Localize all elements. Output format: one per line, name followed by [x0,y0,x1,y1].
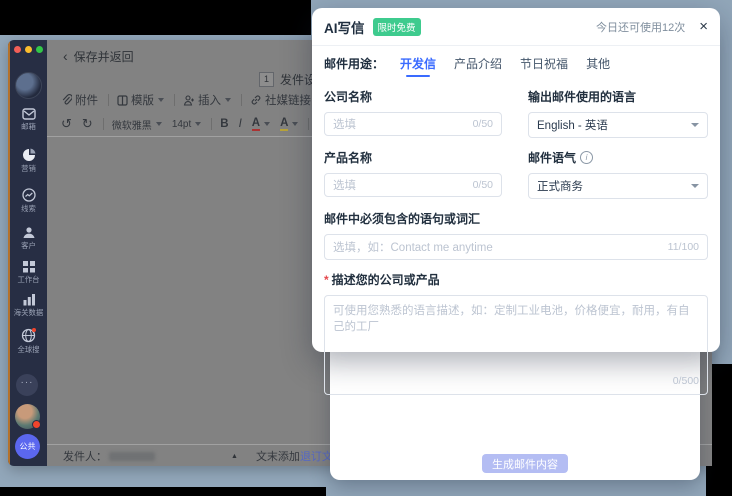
description-placeholder: 可使用您熟悉的语言描述，如：定制工业电池，价格便宜，耐用，有自己的工厂 [333,303,699,335]
chevron-down-icon [195,122,201,126]
chevron-down-icon [691,123,699,127]
sidebar-item-global-search[interactable]: 全球搜 [10,328,47,354]
product-name-counter: 0/50 [467,179,493,191]
ai-write-form: 公司名称 选填 0/50 输出邮件使用的语言 English - 英语 [312,77,720,395]
chevron-down-icon [292,122,298,126]
close-icon[interactable]: × [699,19,708,34]
must-include-counter: 11/100 [662,241,699,253]
company-name-input[interactable]: 选填 0/50 [324,112,502,136]
email-tone-value: 正式商务 [537,178,583,194]
font-color-button[interactable]: A [252,117,270,131]
email-tone-label: 邮件语气 i [528,149,708,166]
description-textarea[interactable]: 可使用您熟悉的语言描述，如：定制工业电池，价格便宜，耐用，有自己的工厂 0/50… [324,295,708,395]
output-language-label: 输出邮件使用的语言 [528,88,708,105]
workbench-icon [22,260,36,273]
ai-write-modal: AI写信 限时免费 今日还可使用12次 × 邮件用途： 开发信 产品介绍 节日祝… [312,8,720,352]
modal-title: AI写信 [324,17,365,37]
must-include-label: 邮件中必须包含的语句或词汇 [324,210,708,227]
template-icon [117,95,128,106]
customs-data-icon [22,293,36,306]
leads-icon [22,188,36,202]
email-tone-select[interactable]: 正式商务 [528,173,708,199]
tab-product-intro[interactable]: 产品介绍 [454,55,502,77]
screen: 邮箱 营销 线索 客户 [0,0,732,496]
highlight-color-button[interactable]: A [280,117,298,131]
sender-label: 发件人： [63,448,107,464]
required-asterisk: * [324,273,329,287]
tab-holiday-greeting[interactable]: 节日祝福 [520,55,568,77]
mail-icon [22,108,36,120]
undo-button[interactable]: ↺ [61,116,72,132]
workspace-avatar[interactable] [15,72,42,99]
sidebar-item-mail[interactable]: 邮箱 [10,108,47,131]
user-avatar[interactable] [15,404,40,429]
output-language-value: English - 英语 [537,117,608,133]
tab-development-letter[interactable]: 开发信 [400,55,436,77]
sidebar-item-customers[interactable]: 客户 [10,226,47,250]
sidebar-item-customs-data[interactable]: 海关数据 [10,293,47,317]
sidebar-item-leads[interactable]: 线索 [10,188,47,213]
output-language-select[interactable]: English - 英语 [528,112,708,138]
sidebar: 邮箱 营销 线索 客户 [8,40,47,466]
company-name-placeholder: 选填 [333,116,356,132]
insert-person-icon [183,95,195,106]
product-name-label: 产品名称 [324,149,502,166]
insert-button[interactable]: 插入 [183,92,231,108]
sender-address-redacted [109,452,155,461]
customers-icon [22,226,36,239]
global-search-icon [21,328,36,343]
template-button[interactable]: 模版 [117,92,164,108]
step-number: 1 [259,72,274,87]
save-and-return-button[interactable]: ‹保存并返回 [63,48,134,65]
sidebar-item-workbench[interactable]: 工作台 [10,260,47,284]
window-zoom-button[interactable] [36,46,43,53]
attachment-button[interactable]: 附件 [61,92,98,108]
chevron-down-icon [158,98,164,102]
link-icon [250,94,262,106]
email-purpose-tabs: 邮件用途： 开发信 产品介绍 节日祝福 其他 [312,46,720,77]
generate-email-button[interactable]: 生成邮件内容 [482,454,568,473]
description-counter: 0/500 [673,373,699,389]
company-name-label: 公司名称 [324,88,502,105]
must-include-placeholder: 选填，如：Contact me anytime [333,239,493,255]
collapse-caret-icon[interactable]: ▲ [231,453,238,460]
info-icon[interactable]: i [580,151,593,164]
notification-dot [32,420,41,429]
social-link-button[interactable]: 社媒链接 [250,92,311,108]
purpose-label: 邮件用途： [324,55,384,72]
bold-button[interactable]: B [220,118,228,130]
chevron-down-icon [691,184,699,188]
window-minimize-button[interactable] [25,46,32,53]
daily-quota-text: 今日还可使用12次 [596,19,685,35]
must-include-input[interactable]: 选填，如：Contact me anytime 11/100 [324,234,708,260]
window-close-button[interactable] [14,46,21,53]
company-name-counter: 0/50 [467,118,493,130]
sidebar-more-button[interactable]: ··· [16,374,38,396]
modal-header: AI写信 限时免费 今日还可使用12次 × [312,8,720,46]
tab-other[interactable]: 其他 [586,55,610,77]
limited-free-badge: 限时免费 [373,18,421,36]
back-chevron-icon: ‹ [63,48,68,64]
chevron-down-icon [264,122,270,126]
product-name-placeholder: 选填 [333,177,356,193]
product-name-input[interactable]: 选填 0/50 [324,173,502,197]
font-family-select[interactable]: 微软雅黑 [112,117,162,132]
chevron-down-icon [225,98,231,102]
redo-button[interactable]: ↻ [82,116,93,132]
desktop-black-region-top [0,0,311,35]
chevron-down-icon [156,122,162,126]
marketing-icon [22,148,36,162]
sidebar-item-marketing[interactable]: 营销 [10,148,47,173]
italic-button[interactable]: I [239,118,242,130]
description-label: * 描述您的公司或产品 [324,271,708,288]
paperclip-icon [61,94,72,106]
public-badge[interactable]: 公共 [15,434,40,459]
desktop-black-region-bottom [0,487,326,496]
font-size-select[interactable]: 14pt [172,119,201,130]
